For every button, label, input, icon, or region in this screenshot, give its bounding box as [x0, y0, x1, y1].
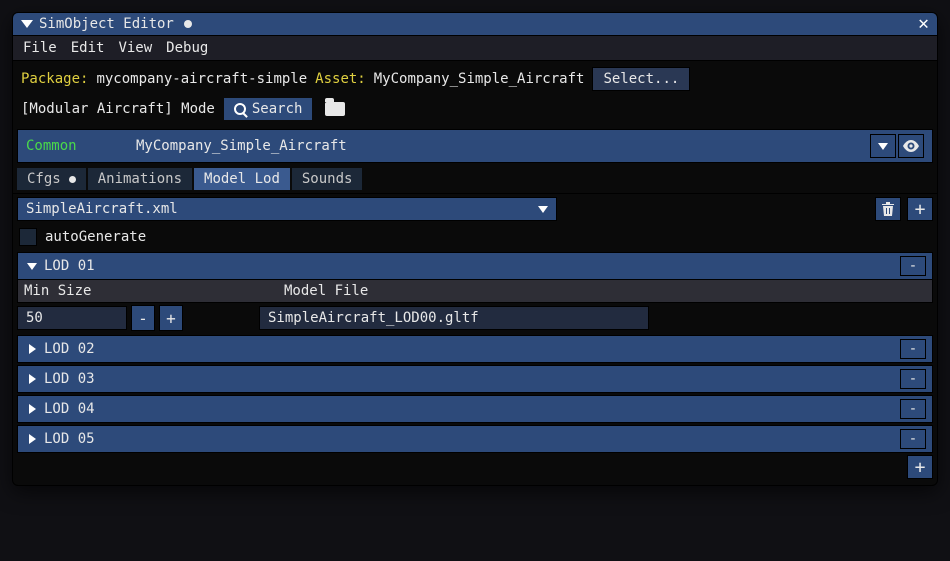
add-file-button[interactable]: +: [907, 197, 933, 221]
min-size-increment-button[interactable]: +: [159, 305, 183, 331]
chevron-right-icon: [29, 344, 36, 354]
min-size-decrement-button[interactable]: -: [131, 305, 155, 331]
mode-search-row: [Modular Aircraft] Mode Search: [13, 97, 937, 127]
lod-header-collapsed[interactable]: LOD 02 -: [17, 335, 933, 363]
eye-icon: [902, 140, 920, 152]
package-value: mycompany-aircraft-simple: [96, 71, 307, 87]
close-icon[interactable]: ✕: [918, 17, 929, 31]
lod-name: LOD 01: [44, 258, 95, 274]
menu-view[interactable]: View: [118, 40, 152, 56]
lod-header-collapsed[interactable]: LOD 04 -: [17, 395, 933, 423]
search-button[interactable]: Search: [223, 97, 314, 121]
visibility-toggle-button[interactable]: [898, 134, 924, 158]
search-icon: [234, 103, 246, 115]
common-dropdown-button[interactable]: [870, 134, 896, 158]
tab-sounds[interactable]: Sounds: [292, 168, 363, 190]
menubar: File Edit View Debug: [13, 36, 937, 61]
asset-label: Asset:: [315, 71, 366, 87]
remove-lod-button[interactable]: -: [900, 339, 926, 359]
modified-dot-icon: [184, 20, 192, 28]
lod-name: LOD 04: [44, 401, 95, 417]
chevron-down-icon: [538, 206, 548, 213]
add-lod-button[interactable]: +: [907, 455, 933, 479]
remove-lod-button[interactable]: -: [900, 369, 926, 389]
remove-lod-button[interactable]: -: [900, 429, 926, 449]
collapse-window-icon[interactable]: [21, 20, 33, 28]
remove-lod-button[interactable]: -: [900, 256, 926, 276]
common-label: Common: [26, 138, 136, 154]
xml-file-dropdown[interactable]: SimpleAircraft.xml: [17, 197, 557, 221]
simobject-editor-window: SimObject Editor ✕ File Edit View Debug …: [12, 12, 938, 486]
remove-lod-button[interactable]: -: [900, 399, 926, 419]
search-button-label: Search: [252, 101, 303, 117]
chevron-down-icon: [878, 143, 888, 150]
chevron-right-icon: [29, 374, 36, 384]
tab-cfgs[interactable]: Cfgs: [17, 168, 86, 190]
trash-icon: [881, 201, 895, 217]
asset-value: MyCompany_Simple_Aircraft: [374, 71, 585, 87]
package-asset-row: Package: mycompany-aircraft-simple Asset…: [13, 61, 937, 97]
chevron-right-icon: [29, 404, 36, 414]
lod-header-collapsed[interactable]: LOD 05 -: [17, 425, 933, 453]
tab-animations[interactable]: Animations: [88, 168, 192, 190]
autogenerate-label: autoGenerate: [45, 229, 146, 245]
autogenerate-row: autoGenerate: [13, 224, 937, 250]
tab-cfgs-label: Cfgs: [27, 171, 61, 187]
model-file-input[interactable]: SimpleAircraft_LOD00.gltf: [259, 306, 649, 330]
common-asset-name: MyCompany_Simple_Aircraft: [136, 138, 347, 154]
file-row: SimpleAircraft.xml +: [13, 194, 937, 224]
tabs: Cfgs Animations Model Lod Sounds: [13, 165, 937, 194]
lod-values-row: 50 - + SimpleAircraft_LOD00.gltf: [17, 305, 933, 331]
modified-dot-icon: [69, 176, 76, 183]
tab-model-lod[interactable]: Model Lod: [194, 168, 290, 190]
add-lod-row: +: [13, 453, 937, 485]
lod-name: LOD 05: [44, 431, 95, 447]
menu-edit[interactable]: Edit: [71, 40, 105, 56]
lod-header-collapsed[interactable]: LOD 03 -: [17, 365, 933, 393]
folder-icon[interactable]: [325, 102, 345, 116]
menu-file[interactable]: File: [23, 40, 57, 56]
delete-file-button[interactable]: [875, 197, 901, 221]
window-title: SimObject Editor: [39, 16, 174, 32]
chevron-right-icon: [29, 434, 36, 444]
mode-label: [Modular Aircraft] Mode: [21, 101, 215, 117]
autogenerate-checkbox[interactable]: [19, 228, 37, 246]
col-model-file: Model File: [278, 280, 932, 302]
lod-column-headers: Min Size Model File: [17, 280, 933, 303]
lod-header-01[interactable]: LOD 01 -: [17, 252, 933, 280]
menu-debug[interactable]: Debug: [166, 40, 208, 56]
xml-file-value: SimpleAircraft.xml: [26, 201, 178, 217]
lod-name: LOD 03: [44, 371, 95, 387]
titlebar[interactable]: SimObject Editor ✕: [13, 13, 937, 36]
select-asset-button[interactable]: Select...: [592, 67, 690, 91]
lod-name: LOD 02: [44, 341, 95, 357]
package-label: Package:: [21, 71, 88, 87]
min-size-input[interactable]: 50: [17, 306, 127, 330]
common-header[interactable]: Common MyCompany_Simple_Aircraft: [17, 129, 933, 163]
col-min-size: Min Size: [18, 280, 278, 302]
chevron-down-icon: [27, 263, 37, 270]
